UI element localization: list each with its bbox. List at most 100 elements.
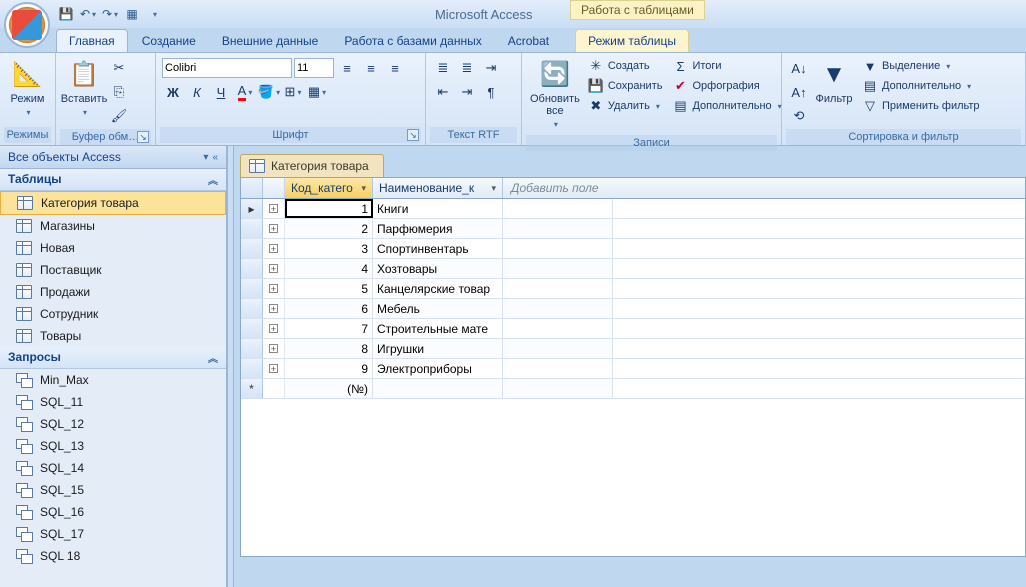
font-size-combo[interactable] — [294, 58, 334, 78]
table-row[interactable]: +7Строительные мате — [241, 319, 1025, 339]
cell-add[interactable] — [503, 279, 613, 298]
document-tab[interactable]: Категория товара — [240, 154, 384, 177]
expand-row[interactable]: + — [263, 279, 285, 298]
align-left-button[interactable]: ≡ — [336, 57, 358, 79]
tab-external-data[interactable]: Внешние данные — [210, 30, 331, 52]
cell-add[interactable] — [503, 299, 613, 318]
format-painter-button[interactable]: 🖌 — [108, 105, 130, 127]
tab-database-tools[interactable]: Работа с базами данных — [332, 30, 493, 52]
cell-name[interactable]: Хозтовары — [373, 259, 503, 278]
expand-row[interactable]: + — [263, 319, 285, 338]
toggle-filter-button[interactable]: ▽Применить фильтр — [858, 97, 984, 115]
cell-id[interactable]: 4 — [285, 259, 373, 278]
align-right-button[interactable]: ≡ — [384, 57, 406, 79]
nav-item-table[interactable]: Сотрудник — [0, 303, 226, 325]
save-icon[interactable]: 💾 — [56, 4, 76, 24]
cell-name[interactable]: Электроприборы — [373, 359, 503, 378]
cell-id[interactable]: 1 — [285, 199, 373, 218]
collapse-group-icon[interactable]: ︽ — [208, 350, 218, 365]
font-name-combo[interactable] — [162, 58, 292, 78]
nav-item-query[interactable]: SQL_17 — [0, 523, 226, 545]
bold-button[interactable]: Ж — [162, 81, 184, 103]
table-row[interactable]: +5Канцелярские товар — [241, 279, 1025, 299]
new-record-row[interactable]: * (№) — [241, 379, 1025, 399]
cell-id[interactable]: 8 — [285, 339, 373, 358]
cell-name[interactable]: Строительные мате — [373, 319, 503, 338]
expand-row[interactable]: + — [263, 359, 285, 378]
select-all-corner[interactable] — [241, 178, 263, 198]
increase-indent-button[interactable]: ⇥ — [456, 81, 478, 103]
nav-item-query[interactable]: SQL_13 — [0, 435, 226, 457]
cell-name[interactable]: Спортинвентарь — [373, 239, 503, 258]
indent-right-button[interactable]: ⇥ — [480, 57, 502, 79]
cell-id[interactable]: 2 — [285, 219, 373, 238]
cell-add[interactable] — [503, 219, 613, 238]
totals-button[interactable]: ΣИтоги — [668, 57, 785, 75]
nav-item-query[interactable]: SQL_12 — [0, 413, 226, 435]
nav-item-query[interactable]: SQL_11 — [0, 391, 226, 413]
expand-row[interactable]: + — [263, 199, 285, 218]
expand-row[interactable]: + — [263, 339, 285, 358]
nav-item-table[interactable]: Товары — [0, 325, 226, 347]
collapse-icon[interactable]: « — [212, 152, 218, 163]
bullets-button[interactable]: ≣ — [432, 57, 454, 79]
numbering-button[interactable]: ≣ — [456, 57, 478, 79]
table-row[interactable]: +9Электроприборы — [241, 359, 1025, 379]
view-button[interactable]: 📐 Режим ▾ — [6, 57, 49, 121]
cell-add[interactable] — [503, 259, 613, 278]
nav-item-table[interactable]: Новая — [0, 237, 226, 259]
cell-id[interactable]: 3 — [285, 239, 373, 258]
expand-row[interactable]: + — [263, 299, 285, 318]
dropdown-icon[interactable]: ▾ — [203, 152, 208, 163]
sort-desc-button[interactable]: A↑ — [788, 81, 810, 103]
qat-customize-icon[interactable]: ▾ — [144, 4, 164, 24]
column-dropdown-icon[interactable]: ▾ — [491, 183, 496, 194]
table-row[interactable]: +4Хозтовары — [241, 259, 1025, 279]
delete-record-button[interactable]: ✖Удалить▾ — [584, 97, 667, 115]
nav-item-table[interactable]: Категория товара — [0, 191, 226, 215]
save-record-button[interactable]: 💾Сохранить — [584, 77, 667, 95]
tab-acrobat[interactable]: Acrobat — [496, 30, 561, 52]
cell-name[interactable]: Мебель — [373, 299, 503, 318]
row-selector[interactable] — [241, 259, 263, 278]
row-selector[interactable] — [241, 239, 263, 258]
cell-add[interactable] — [503, 239, 613, 258]
gridlines-button[interactable]: ⊞▾ — [282, 81, 304, 103]
cell-add[interactable] — [503, 359, 613, 378]
row-selector[interactable]: * — [241, 379, 263, 398]
redo-icon[interactable]: ↷▾ — [100, 4, 120, 24]
nav-item-table[interactable]: Поставщик — [0, 259, 226, 281]
expand-row[interactable]: + — [263, 219, 285, 238]
tab-datasheet[interactable]: Режим таблицы — [575, 29, 689, 52]
nav-group-tables[interactable]: Таблицы ︽ — [0, 169, 226, 191]
cell-name[interactable] — [373, 379, 503, 398]
row-selector[interactable] — [241, 219, 263, 238]
dialog-launcher-icon[interactable]: ↘ — [137, 131, 149, 143]
cell-id[interactable]: 7 — [285, 319, 373, 338]
row-selector[interactable] — [241, 339, 263, 358]
clear-sort-button[interactable]: ⟲ — [788, 105, 810, 127]
decrease-indent-button[interactable]: ⇤ — [432, 81, 454, 103]
table-row[interactable]: +2Парфюмерия — [241, 219, 1025, 239]
cell-add[interactable] — [503, 319, 613, 338]
cell-name[interactable]: Игрушки — [373, 339, 503, 358]
row-selector[interactable] — [241, 319, 263, 338]
spelling-button[interactable]: ✔Орфография — [668, 77, 785, 95]
copy-button[interactable]: ⎘ — [108, 81, 130, 103]
new-record-button[interactable]: ✳Создать — [584, 57, 667, 75]
cell-id[interactable]: (№) — [285, 379, 373, 398]
undo-icon[interactable]: ↶▾ — [78, 4, 98, 24]
expand-row[interactable]: + — [263, 239, 285, 258]
row-selector[interactable] — [241, 279, 263, 298]
cell-name[interactable]: Парфюмерия — [373, 219, 503, 238]
add-field-column[interactable]: Добавить поле — [503, 178, 613, 198]
cell-add[interactable] — [503, 199, 613, 218]
align-center-button[interactable]: ≡ — [360, 57, 382, 79]
cell-name[interactable]: Канцелярские товар — [373, 279, 503, 298]
cell-id[interactable]: 6 — [285, 299, 373, 318]
table-row[interactable]: ▸+1Книги — [241, 199, 1025, 219]
column-header-name[interactable]: Наименование_к▾ — [373, 178, 503, 198]
paste-button[interactable]: 📋 Вставить ▾ — [62, 57, 106, 121]
office-button[interactable] — [4, 2, 50, 48]
tab-create[interactable]: Создание — [130, 30, 208, 52]
